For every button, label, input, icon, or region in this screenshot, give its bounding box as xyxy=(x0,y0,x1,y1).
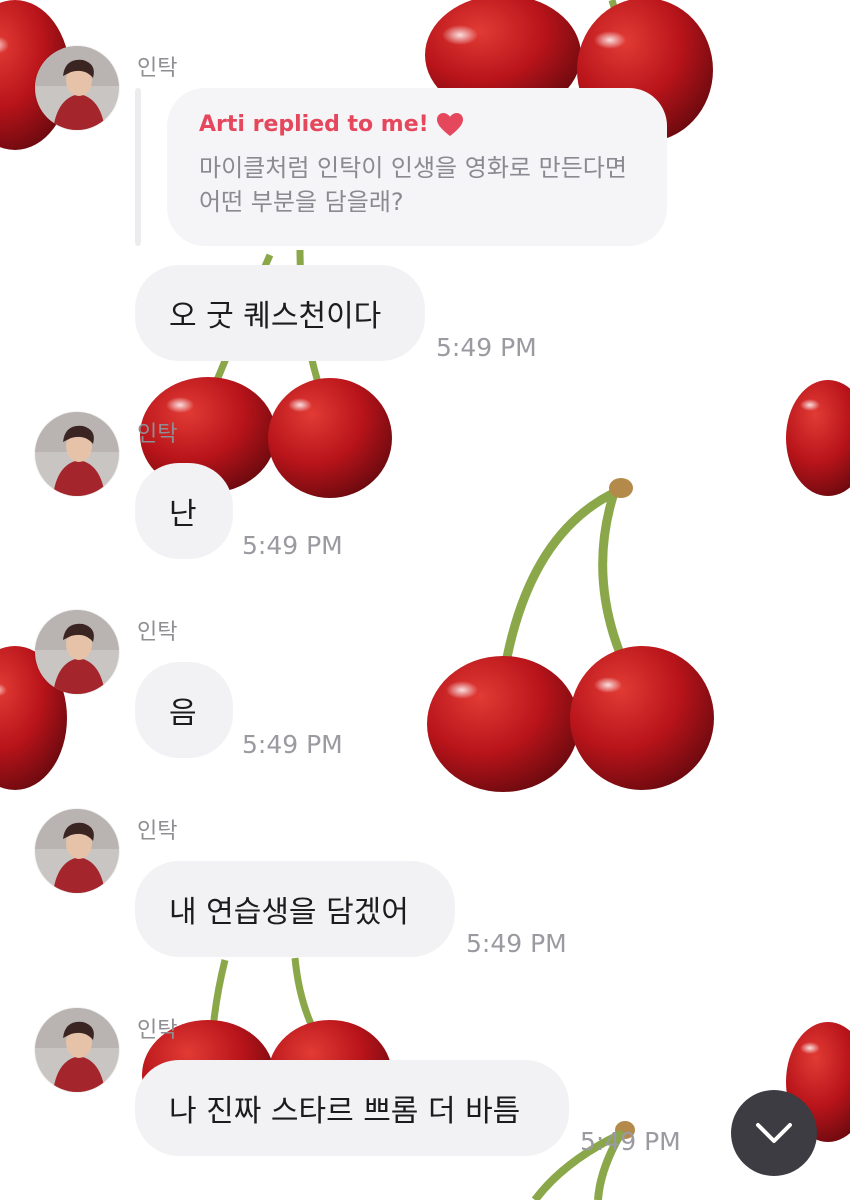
message-time: 5:49 PM xyxy=(580,1127,681,1156)
profile-photo xyxy=(35,412,119,496)
reply-header-text: Arti replied to me! xyxy=(199,112,429,137)
sender-name: 인탁 xyxy=(137,819,178,844)
avatar[interactable] xyxy=(35,412,119,496)
message-text: 내 연습생을 담겠어 xyxy=(169,895,409,930)
profile-photo xyxy=(35,809,119,893)
chat-thread: 인탁 Arti replied to me! 마이클처럼 인탁이 인생을 영화로… xyxy=(0,0,850,1200)
message-bubble[interactable]: 나 진짜 스타르 쁘롬 더 바틈 xyxy=(135,1060,569,1156)
message-text: 나 진짜 스타르 쁘롬 더 바틈 xyxy=(169,1094,521,1129)
reply-quote-text: 마이클처럼 인탁이 인생을 영화로 만든다면 어떤 부분을 담을래? xyxy=(199,154,627,216)
profile-photo xyxy=(35,1008,119,1092)
profile-photo xyxy=(35,610,119,694)
message-time: 5:49 PM xyxy=(242,730,343,759)
avatar[interactable] xyxy=(35,610,119,694)
scroll-to-bottom-button[interactable] xyxy=(731,1090,817,1176)
sender-name: 인탁 xyxy=(137,620,178,645)
reply-quote-card[interactable]: Arti replied to me! 마이클처럼 인탁이 인생을 영화로 만든… xyxy=(167,88,667,246)
message-bubble[interactable]: 오 굿 퀘스천이다 xyxy=(135,265,425,361)
sender-name: 인탁 xyxy=(137,1018,178,1043)
avatar[interactable] xyxy=(35,1008,119,1092)
heart-icon xyxy=(436,112,463,136)
chevron-down-icon xyxy=(756,1123,792,1143)
message-text: 난 xyxy=(169,497,197,532)
message-text: 음 xyxy=(169,696,197,731)
message-time: 5:49 PM xyxy=(242,531,343,560)
message-bubble[interactable]: 내 연습생을 담겠어 xyxy=(135,861,455,957)
sender-name: 인탁 xyxy=(137,422,178,447)
sender-name: 인탁 xyxy=(137,56,178,81)
message-bubble[interactable]: 음 xyxy=(135,662,233,758)
profile-photo xyxy=(35,46,119,130)
avatar[interactable] xyxy=(35,809,119,893)
reply-header: Arti replied to me! xyxy=(199,112,635,137)
message-time: 5:49 PM xyxy=(466,929,567,958)
reply-bar xyxy=(135,88,141,246)
message-text: 오 굿 퀘스천이다 xyxy=(169,299,382,334)
avatar[interactable] xyxy=(35,46,119,130)
message-bubble[interactable]: 난 xyxy=(135,463,233,559)
message-time: 5:49 PM xyxy=(436,333,537,362)
